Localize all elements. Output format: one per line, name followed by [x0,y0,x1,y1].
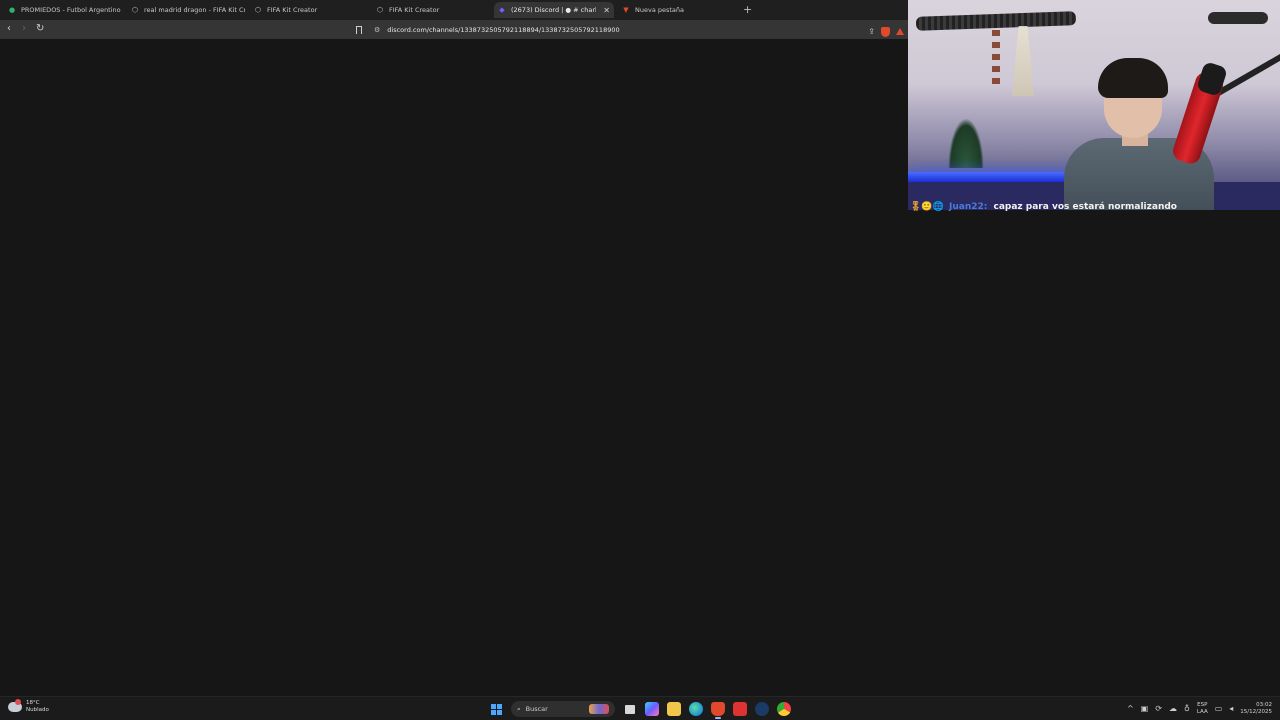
clock-time: 03:02 [1256,702,1272,708]
fifa-kit-favicon-icon: ⬡ [254,6,262,14]
address-bar[interactable]: ⚙ discord.com/channels/13387325057921188… [352,22,906,37]
windows-start-icon[interactable] [489,702,503,716]
tab-title: PROMIEDOS - Futbol Argentino - Fix [21,6,122,14]
new-tab-plus-icon[interactable]: + [743,3,752,16]
steam-icon[interactable] [755,702,769,716]
tray-app-icon[interactable]: ▣ [1141,704,1149,714]
toolbar-actions: ⇪ [868,24,904,39]
close-tab-icon[interactable]: ✕ [603,6,610,15]
stream-chat-caption: 🎖🙂🌐 Juan22: capaz para vos estará normal… [910,202,1177,212]
site-info-icon[interactable]: ⚙ [374,26,380,34]
caption-text: capaz para vos estará normalizando [993,202,1177,212]
chrome-icon[interactable] [777,702,791,716]
tab-real-madrid-dragon[interactable]: ⬡ real madrid dragon - FIFA Kit Creator [127,2,245,18]
garland-decoration [915,11,1077,31]
url-text[interactable]: discord.com/channels/1338732505792118894… [387,26,619,34]
update-icon[interactable]: ⟳ [1155,704,1162,714]
brave-rewards-icon[interactable] [896,28,904,35]
forward-arrow-icon[interactable]: › [22,23,26,35]
discord-favicon-icon: ◆ [499,6,505,14]
caption-username: Juan22: [948,202,988,212]
language-code: ESP [1197,702,1208,708]
media-app-icon[interactable] [733,702,747,716]
cloud-weather-icon [8,699,22,712]
brave-browser-icon[interactable] [711,702,725,719]
edge-browser-icon[interactable] [689,702,703,716]
fifa-kit-favicon-icon: ⬡ [376,6,384,14]
browser-toolbar: ‹ › ↻ ⚙ discord.com/channels/13387325057… [0,20,908,39]
clock[interactable]: 03:02 15/12/2025 [1240,702,1272,716]
weather-temperature: 18°C [26,700,40,706]
language-layout: LAA [1196,709,1208,715]
search-icon: ⌕ [517,704,521,713]
network-icon[interactable]: ☁ [1169,704,1177,714]
tab-fifa-kit-creator-1[interactable]: ⬡ FIFA Kit Creator [250,2,368,18]
tab-title: FIFA Kit Creator [389,6,440,14]
fifa-kit-favicon-icon: ⬡ [131,6,139,14]
tab-title: FIFA Kit Creator [267,6,318,14]
garland-decoration [1208,12,1268,24]
brave-shield-icon[interactable] [881,26,890,37]
tab-title: (2673) Discord | ● # charlas ge [511,6,597,14]
weather-widget[interactable]: 18°C Nublado [8,699,49,714]
tab-nueva-pestana[interactable]: ▼ Nueva pestaña [618,2,736,18]
share-icon[interactable]: ⇪ [868,27,875,36]
microphone-icon[interactable]: ♁ [1184,704,1190,714]
taskbar-search[interactable]: ⌕ Buscar [511,701,615,717]
macrame-decoration [1012,26,1034,96]
weather-description: Nublado [26,707,49,713]
caption-emojis: 🎖🙂🌐 [910,202,944,212]
webcam-overlay [908,0,1280,210]
search-placeholder: Buscar [525,705,548,713]
copilot-icon[interactable] [645,702,659,716]
tab-fifa-kit-creator-2[interactable]: ⬡ FIFA Kit Creator [372,2,490,18]
windows-taskbar: 18°C Nublado ⌕ Buscar ^ ▣ ⟳ ☁ ♁ ESP LAA … [0,696,1280,720]
plant-decoration [948,118,984,168]
brave-favicon-icon: ▼ [623,6,629,14]
promiedos-favicon-icon: ● [8,6,16,14]
volume-icon[interactable]: ◂ [1229,704,1233,714]
monitor-icon[interactable]: ▭ [1215,704,1223,714]
tab-title: Nueva pestaña [635,6,685,14]
reload-icon[interactable]: ↻ [36,23,44,35]
chevron-up-icon[interactable]: ^ [1127,704,1134,714]
tab-promiedos[interactable]: ● PROMIEDOS - Futbol Argentino - Fix [4,2,122,18]
back-arrow-icon[interactable]: ‹ [7,23,11,35]
system-tray: ^ ▣ ⟳ ☁ ♁ ESP LAA ▭ ◂ 03:02 15/12/2025 [1127,700,1272,718]
clock-date: 15/12/2025 [1240,709,1272,715]
task-view-icon[interactable] [623,702,637,716]
ornaments-decoration [992,30,1000,90]
streamer-hair [1098,58,1168,98]
tab-discord[interactable]: ◆ (2673) Discord | ● # charlas ge ✕ [494,2,614,18]
tab-title: real madrid dragon - FIFA Kit Creator [144,6,245,14]
browser-tab-strip: ● PROMIEDOS - Futbol Argentino - Fix ⬡ r… [0,0,908,20]
search-highlight-icon [589,704,609,714]
taskbar-apps: ⌕ Buscar [489,700,791,719]
bookmark-icon[interactable] [356,25,362,36]
input-language[interactable]: ESP LAA [1197,702,1208,716]
file-explorer-icon[interactable] [667,702,681,716]
